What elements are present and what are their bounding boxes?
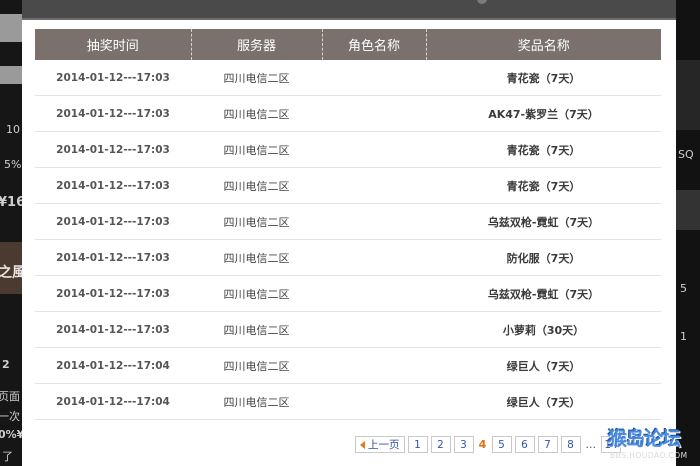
cell-draw-time: 2014-01-12---17:04 xyxy=(35,347,191,384)
cell-draw-time: 2014-01-12---17:03 xyxy=(35,311,191,348)
previous-page-button[interactable]: 上一页 xyxy=(355,436,405,453)
lottery-records-table: 抽奖时间 服务器 角色名称 奖品名称 2014-01-12---17:03 四川… xyxy=(35,29,661,420)
background-page-left: 10 5% ¥16 之風 2 页面 一次 0%¥ 了 xyxy=(0,0,22,466)
table-row: 2014-01-12---17:04 四川电信二区 绿巨人（7天） xyxy=(35,383,661,420)
cell-role-name xyxy=(322,347,426,384)
table-row: 2014-01-12---17:03 四川电信二区 乌兹双枪-霓虹（7天） xyxy=(35,203,661,240)
cell-prize: 青花瓷（7天） xyxy=(426,131,661,168)
cell-draw-time: 2014-01-12---17:03 xyxy=(35,203,191,240)
column-header-server: 服务器 xyxy=(190,29,322,60)
cell-server: 四川电信二区 xyxy=(191,203,322,240)
cell-role-name xyxy=(322,239,426,276)
background-text: ¥16 xyxy=(0,195,22,210)
cell-draw-time: 2014-01-12---17:03 xyxy=(35,275,191,312)
cell-role-name xyxy=(322,275,426,312)
page-link-3[interactable]: 3 xyxy=(453,436,474,453)
background-page-right: SQ 5 1 xyxy=(676,0,700,466)
cell-prize: 乌兹双枪-霓虹（7天） xyxy=(426,275,661,312)
close-icon[interactable] xyxy=(477,0,487,4)
cell-role-name xyxy=(322,203,426,240)
background-text: 1 xyxy=(680,330,687,343)
table-row: 2014-01-12---17:03 四川电信二区 乌兹双枪-霓虹（7天） xyxy=(35,275,661,312)
background-text: 一次 xyxy=(0,410,20,423)
cell-server: 四川电信二区 xyxy=(191,347,322,384)
column-header-role-name: 角色名称 xyxy=(321,29,426,60)
background-text: 页面 xyxy=(0,390,20,403)
cell-draw-time: 2014-01-12---17:04 xyxy=(35,383,191,420)
background-text: 5% xyxy=(4,158,22,171)
dialog-title-bar xyxy=(22,0,676,20)
cell-role-name xyxy=(322,95,426,132)
table-row: 2014-01-12---17:03 四川电信二区 AK47-紫罗兰（7天） xyxy=(35,95,661,132)
background-text: 之風 xyxy=(0,265,22,281)
cell-prize: 乌兹双枪-霓虹（7天） xyxy=(426,203,661,240)
background-block xyxy=(676,190,700,230)
background-text: 了 xyxy=(2,450,13,463)
cell-prize: 青花瓷（7天） xyxy=(426,60,661,96)
cell-server: 四川电信二区 xyxy=(191,275,322,312)
pagination-ellipsis: ... xyxy=(585,438,597,451)
cell-prize: 青花瓷（7天） xyxy=(426,167,661,204)
background-text: 2 xyxy=(2,358,10,371)
pagination: 上一页 1 2 3 4 5 6 7 8 ... 14 xyxy=(355,436,621,453)
cell-prize: 绿巨人（7天） xyxy=(426,347,661,384)
background-block xyxy=(0,14,22,42)
watermark-url: BBS.HOUDAO.COM xyxy=(610,451,688,460)
page-link-8[interactable]: 8 xyxy=(560,436,581,453)
cell-prize: AK47-紫罗兰（7天） xyxy=(426,95,661,132)
page-link-6[interactable]: 6 xyxy=(514,436,535,453)
current-page: 4 xyxy=(478,438,487,451)
background-text: 10 xyxy=(6,123,20,136)
page-link-5[interactable]: 5 xyxy=(491,436,512,453)
cell-prize: 绿巨人（7天） xyxy=(426,383,661,420)
cell-draw-time: 2014-01-12---17:03 xyxy=(35,60,191,96)
cell-draw-time: 2014-01-12---17:03 xyxy=(35,95,191,132)
cell-prize: 防化服（7天） xyxy=(426,239,661,276)
table-row: 2014-01-12---17:03 四川电信二区 青花瓷（7天） xyxy=(35,60,661,96)
lottery-records-dialog: 抽奖时间 服务器 角色名称 奖品名称 2014-01-12---17:03 四川… xyxy=(22,0,676,466)
table-row: 2014-01-12---17:03 四川电信二区 防化服（7天） xyxy=(35,239,661,276)
cell-draw-time: 2014-01-12---17:03 xyxy=(35,167,191,204)
previous-page-label: 上一页 xyxy=(368,439,400,451)
cell-role-name xyxy=(322,60,426,96)
page-link-1[interactable]: 1 xyxy=(407,436,428,453)
table-row: 2014-01-12---17:03 四川电信二区 青花瓷（7天） xyxy=(35,131,661,168)
cell-server: 四川电信二区 xyxy=(191,60,322,96)
table-row: 2014-01-12---17:03 四川电信二区 小萝莉（30天） xyxy=(35,311,661,348)
forum-watermark: 猴岛论坛 BBS.HOUDAO.COM xyxy=(606,424,698,464)
cell-server: 四川电信二区 xyxy=(191,95,322,132)
table-header-row: 抽奖时间 服务器 角色名称 奖品名称 xyxy=(35,29,661,60)
table-row: 2014-01-12---17:04 四川电信二区 绿巨人（7天） xyxy=(35,347,661,384)
page-link-7[interactable]: 7 xyxy=(537,436,558,453)
cell-role-name xyxy=(322,311,426,348)
background-block xyxy=(676,60,700,130)
column-header-draw-time: 抽奖时间 xyxy=(35,29,191,60)
table-row: 2014-01-12---17:03 四川电信二区 青花瓷（7天） xyxy=(35,167,661,204)
background-text: 0%¥ xyxy=(0,428,22,441)
cell-role-name xyxy=(322,383,426,420)
background-block xyxy=(0,66,22,84)
cell-server: 四川电信二区 xyxy=(191,239,322,276)
cell-server: 四川电信二区 xyxy=(191,311,322,348)
cell-server: 四川电信二区 xyxy=(191,131,322,168)
background-text: 5 xyxy=(680,282,687,295)
cell-role-name xyxy=(322,167,426,204)
cell-server: 四川电信二区 xyxy=(191,383,322,420)
cell-prize: 小萝莉（30天） xyxy=(426,311,661,348)
background-text: SQ xyxy=(678,148,694,161)
cell-role-name xyxy=(322,131,426,168)
page-link-2[interactable]: 2 xyxy=(430,436,451,453)
cell-draw-time: 2014-01-12---17:03 xyxy=(35,131,191,168)
watermark-logo-text: 猴岛论坛 xyxy=(608,428,681,450)
arrow-left-icon xyxy=(360,440,365,449)
cell-server: 四川电信二区 xyxy=(191,167,322,204)
cell-draw-time: 2014-01-12---17:03 xyxy=(35,239,191,276)
column-header-prize-name: 奖品名称 xyxy=(425,29,661,60)
